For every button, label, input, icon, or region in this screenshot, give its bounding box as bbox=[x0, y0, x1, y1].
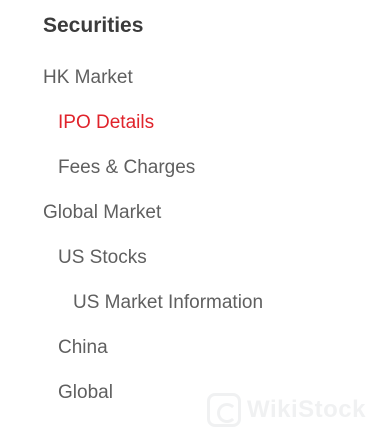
nav-item-hk-market[interactable]: HK Market bbox=[43, 66, 133, 90]
watermark-text: WikiStock bbox=[247, 396, 366, 423]
securities-nav: Securities HK Market IPO Details Fees & … bbox=[0, 0, 371, 445]
nav-item-ipo-details[interactable]: IPO Details bbox=[58, 111, 154, 135]
wikistock-logo-icon bbox=[207, 393, 241, 427]
nav-item-fees-charges[interactable]: Fees & Charges bbox=[58, 156, 195, 180]
nav-item-global-market[interactable]: Global Market bbox=[43, 201, 161, 225]
nav-item-us-market-information[interactable]: US Market Information bbox=[73, 291, 263, 315]
nav-item-global[interactable]: Global bbox=[58, 381, 113, 405]
nav-section-title: Securities bbox=[43, 14, 144, 37]
nav-item-us-stocks[interactable]: US Stocks bbox=[58, 246, 147, 270]
nav-item-china[interactable]: China bbox=[58, 336, 108, 360]
wikistock-watermark: WikiStock bbox=[207, 390, 366, 430]
